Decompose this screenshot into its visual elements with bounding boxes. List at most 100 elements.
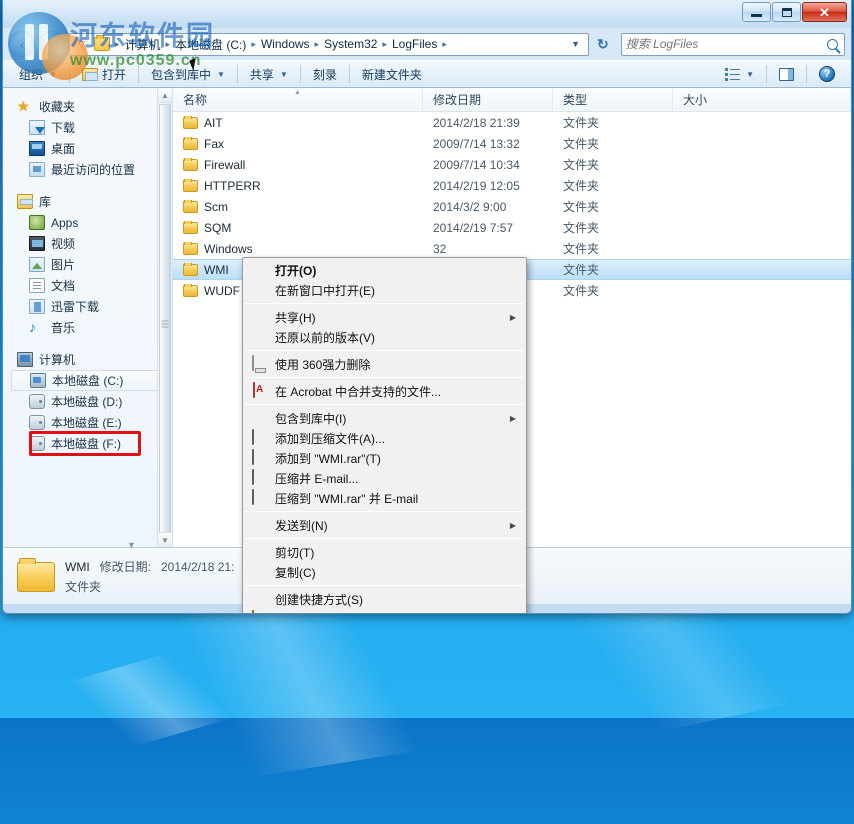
menu-item-发送到-n-[interactable]: 发送到(N)▶ — [243, 515, 526, 535]
sidebar-item-local-disk-f[interactable]: 本地磁盘 (F:) — [3, 433, 172, 454]
table-row[interactable]: Fax2009/7/14 13:32文件夹 — [173, 133, 851, 154]
sidebar-item-computer[interactable]: 计算机 — [3, 349, 172, 370]
include-in-library-button[interactable]: 包含到库中 ▼ — [143, 63, 233, 86]
column-header-label: 名称 — [183, 91, 207, 108]
breadcrumb-computer[interactable]: 计算机 — [122, 36, 162, 53]
chevron-down-icon: ▼ — [217, 70, 225, 79]
column-header-size[interactable]: 大小 — [673, 88, 851, 111]
menu-item-在新窗口中打开-e-[interactable]: 在新窗口中打开(E) — [243, 280, 526, 300]
folder-icon — [94, 37, 110, 51]
menu-separator — [245, 538, 524, 539]
sort-ascending-icon: ▲ — [294, 89, 301, 96]
menu-icon-slot — [249, 410, 269, 426]
menu-item-label: 共享(H) — [271, 309, 510, 326]
preview-pane-button[interactable] — [771, 65, 802, 84]
column-header-type[interactable]: 类型 — [553, 88, 673, 111]
chevron-down-icon[interactable]: ▼ — [565, 39, 586, 49]
breadcrumb-separator: ▸ — [162, 39, 173, 50]
sidebar-item-thunder-download[interactable]: 迅雷下载 — [3, 296, 172, 317]
open-button[interactable]: 打开 — [74, 63, 134, 86]
sidebar-item-music[interactable]: ♪ 音乐 — [3, 317, 172, 338]
breadcrumb-system32[interactable]: System32 — [322, 37, 379, 51]
table-row[interactable]: Scm2014/3/2 9:00文件夹 — [173, 196, 851, 217]
winrar-icon — [252, 489, 254, 505]
sidebar-item-local-disk-c[interactable]: 本地磁盘 (C:) — [11, 370, 168, 391]
sidebar-item-downloads[interactable]: 下载 — [3, 117, 172, 138]
music-icon: ♪ — [29, 320, 45, 335]
title-bar[interactable]: ✕ — [3, 0, 851, 28]
sidebar-item-favorites[interactable]: ★ 收藏夹 — [3, 96, 172, 117]
search-input[interactable] — [626, 37, 827, 51]
menu-item-复制-c-[interactable]: 复制(C) — [243, 562, 526, 582]
acrobat-icon — [253, 382, 255, 398]
sidebar-item-video[interactable]: 视频 — [3, 233, 172, 254]
desktop-icon — [29, 141, 45, 156]
maximize-button[interactable] — [772, 2, 801, 22]
sidebar-item-local-disk-d[interactable]: 本地磁盘 (D:) — [3, 391, 172, 412]
help-icon: ? — [819, 66, 835, 82]
back-button[interactable]: ‹ — [9, 31, 35, 57]
menu-item-在-acrobat-中合并支持的文件-[interactable]: 在 Acrobat 中合并支持的文件... — [243, 381, 526, 401]
file-name-cell: Fax — [173, 137, 423, 151]
navigation-scrollbar[interactable]: ▲ ▼ — [157, 88, 172, 547]
sidebar-item-pictures[interactable]: 图片 — [3, 254, 172, 275]
search-icon[interactable] — [827, 39, 838, 50]
sidebar-item-desktop[interactable]: 桌面 — [3, 138, 172, 159]
folder-icon — [183, 117, 198, 129]
change-view-button[interactable]: ▼ — [717, 65, 762, 84]
forward-button[interactable]: › — [39, 31, 65, 57]
menu-item-剪切-t-[interactable]: 剪切(T) — [243, 542, 526, 562]
search-box[interactable] — [621, 33, 845, 56]
menu-item-添加到压缩文件-a-[interactable]: 添加到压缩文件(A)... — [243, 428, 526, 448]
menu-item-包含到库中-i-[interactable]: 包含到库中(I)▶ — [243, 408, 526, 428]
breadcrumb-logfiles[interactable]: LogFiles — [390, 37, 439, 51]
sidebar-item-apps[interactable]: Apps — [3, 212, 172, 233]
sidebar-item-libraries[interactable]: 库 — [3, 191, 172, 212]
minimize-button[interactable] — [742, 2, 771, 22]
menu-separator — [245, 585, 524, 586]
menu-item-创建快捷方式-s-[interactable]: 创建快捷方式(S) — [243, 589, 526, 609]
new-folder-button[interactable]: 新建文件夹 — [354, 63, 430, 86]
sidebar-label: 音乐 — [51, 319, 75, 336]
close-button[interactable]: ✕ — [802, 2, 847, 22]
table-row[interactable]: Firewall2009/7/14 10:34文件夹 — [173, 154, 851, 175]
menu-item-label: 添加到 "WMI.rar"(T) — [271, 450, 520, 467]
address-bar[interactable]: ▽ ▸ 计算机 ▸ 本地磁盘 (C:) ▸ Windows ▸ System32… — [69, 33, 589, 56]
breadcrumb-windows[interactable]: Windows — [259, 37, 312, 51]
refresh-button[interactable]: ↻ — [593, 36, 613, 53]
file-name-label: AIT — [204, 116, 223, 130]
menu-item-使用-360强力删除[interactable]: 使用 360强力删除 — [243, 354, 526, 374]
table-row[interactable]: Windows32文件夹 — [173, 238, 851, 259]
scrollbar-thumb[interactable] — [159, 104, 171, 544]
breadcrumb-local-disk-c[interactable]: 本地磁盘 (C:) — [173, 36, 248, 53]
menu-item-压缩并-e-mail-[interactable]: 压缩并 E-mail... — [243, 468, 526, 488]
table-row[interactable]: SQM2014/2/19 7:57文件夹 — [173, 217, 851, 238]
sidebar-item-documents[interactable]: 文档 — [3, 275, 172, 296]
table-row[interactable]: HTTPERR2014/2/19 12:05文件夹 — [173, 175, 851, 196]
menu-item-删除-d-[interactable]: 删除(D) — [243, 609, 526, 614]
computer-icon — [17, 352, 33, 367]
share-button[interactable]: 共享 ▼ — [242, 63, 296, 86]
file-name-cell: Scm — [173, 200, 423, 214]
menu-item-添加到-wmi-rar-t-[interactable]: 添加到 "WMI.rar"(T) — [243, 448, 526, 468]
context-menu[interactable]: 打开(O)在新窗口中打开(E) 共享(H)▶还原以前的版本(V) 使用 360强力删… — [242, 257, 527, 614]
winrar-icon — [249, 490, 269, 506]
menu-item-打开-o-[interactable]: 打开(O) — [243, 260, 526, 280]
address-history-dropdown-icon[interactable]: ▽ — [72, 39, 91, 50]
column-header-date[interactable]: 修改日期 — [423, 88, 553, 111]
scroll-down-button[interactable]: ▼ — [158, 532, 172, 547]
column-header-name[interactable]: ▲ 名称 — [173, 88, 423, 111]
chevron-down-icon[interactable]: ▼ — [127, 540, 136, 550]
sidebar-item-recent-places[interactable]: 最近访问的位置 — [3, 159, 172, 180]
sidebar-item-local-disk-e[interactable]: 本地磁盘 (E:) — [3, 412, 172, 433]
burn-button[interactable]: 刻录 — [305, 63, 345, 86]
menu-item-压缩到-wmi-rar-并-e-mail[interactable]: 压缩到 "WMI.rar" 并 E-mail — [243, 488, 526, 508]
organize-button[interactable]: 组织 ▼ — [11, 63, 65, 86]
help-button[interactable]: ? — [811, 63, 843, 85]
scroll-up-button[interactable]: ▲ — [158, 88, 172, 103]
file-name-cell: Firewall — [173, 158, 423, 172]
menu-item-共享-h-[interactable]: 共享(H)▶ — [243, 307, 526, 327]
sidebar-label: 本地磁盘 (C:) — [52, 372, 123, 389]
menu-item-还原以前的版本-v-[interactable]: 还原以前的版本(V) — [243, 327, 526, 347]
table-row[interactable]: AIT2014/2/18 21:39文件夹 — [173, 112, 851, 133]
